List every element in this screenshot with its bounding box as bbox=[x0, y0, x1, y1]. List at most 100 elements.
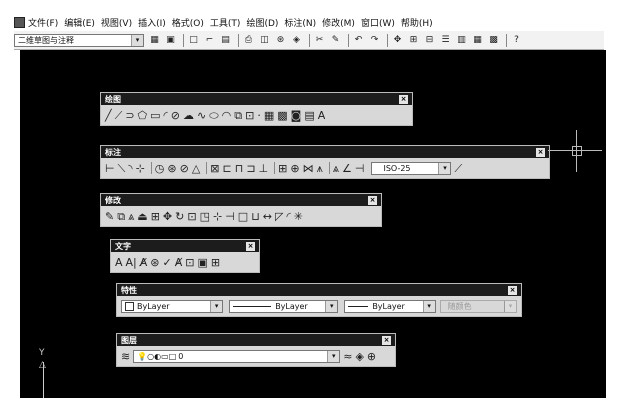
linetype-select[interactable]: ByLayer ▾ bbox=[229, 299, 339, 313]
properties-icon[interactable]: ☰ bbox=[439, 34, 452, 47]
layer-previous-icon[interactable]: ◈ bbox=[355, 351, 363, 362]
menu-view[interactable]: 视图(V) bbox=[101, 16, 132, 29]
zoom-window-icon[interactable]: ⊞ bbox=[407, 34, 420, 47]
plot-icon[interactable]: ◈ bbox=[290, 34, 303, 47]
table-icon[interactable]: ▤ bbox=[304, 110, 314, 121]
close-icon[interactable]: × bbox=[246, 241, 255, 251]
array-icon[interactable]: ⊞ bbox=[151, 211, 160, 222]
chevron-down-icon[interactable]: ▾ bbox=[422, 300, 435, 312]
break-at-point-icon[interactable]: □ bbox=[238, 211, 248, 222]
layer-select[interactable]: 💡○◐▭□ 0 ▾ bbox=[133, 349, 341, 363]
diameter-dimension-icon[interactable]: ⊘ bbox=[180, 163, 189, 174]
fillet-icon[interactable]: ◜ bbox=[286, 211, 290, 222]
stretch-icon[interactable]: ◳ bbox=[200, 211, 210, 222]
jogged-dimension-icon[interactable]: ⊛ bbox=[167, 163, 176, 174]
rectangle-icon[interactable]: ▭ bbox=[150, 110, 160, 121]
spell-check-icon[interactable]: ✓ bbox=[163, 257, 172, 268]
menu-edit[interactable]: 编辑(E) bbox=[64, 16, 95, 29]
layers-toolbar-titlebar[interactable]: 图层 × bbox=[117, 334, 395, 346]
dimension-style-icon[interactable]: ∠ bbox=[342, 163, 352, 174]
zoom-previous-icon[interactable]: ⊟ bbox=[423, 34, 436, 47]
gradient-icon[interactable]: ▩ bbox=[277, 110, 287, 121]
find-replace-icon[interactable]: ⊛ bbox=[150, 257, 159, 268]
aligned-dimension-icon[interactable]: ⟍ bbox=[118, 163, 126, 174]
chevron-down-icon[interactable]: ▾ bbox=[438, 162, 451, 174]
color-select[interactable]: ByLayer ▾ bbox=[121, 299, 224, 313]
dimension-text-edit-icon[interactable]: ⩚ bbox=[317, 163, 323, 174]
close-icon[interactable]: × bbox=[508, 285, 517, 295]
open-file-icon[interactable]: ⌐ bbox=[203, 34, 216, 47]
quick-dimension-icon[interactable]: ⊠ bbox=[210, 163, 219, 174]
polygon-icon[interactable]: ⬠ bbox=[138, 110, 148, 121]
mirror-icon[interactable]: ⩓ bbox=[128, 211, 134, 222]
lineweight-select[interactable]: ByLayer ▾ bbox=[344, 299, 436, 313]
convert-distance-icon[interactable]: ⊞ bbox=[211, 257, 220, 268]
layer-state-icon[interactable]: ⊕ bbox=[367, 351, 376, 362]
close-icon[interactable]: × bbox=[399, 94, 408, 104]
radius-dimension-icon[interactable]: ◷ bbox=[155, 163, 165, 174]
menu-window[interactable]: 窗口(W) bbox=[361, 16, 395, 29]
spline-icon[interactable]: ∿ bbox=[197, 110, 206, 121]
dimension-style-select[interactable]: ISO-25 ▾ bbox=[371, 161, 452, 175]
new-file-icon[interactable]: □ bbox=[187, 34, 200, 47]
multiline-text-icon[interactable]: A bbox=[318, 110, 326, 121]
design-center-icon[interactable]: ▥ bbox=[455, 34, 468, 47]
text-style-icon[interactable]: Ⱥ bbox=[175, 257, 183, 268]
menu-file[interactable]: 文件(F) bbox=[28, 16, 58, 29]
ellipse-arc-icon[interactable]: ◠ bbox=[222, 110, 232, 121]
multiline-text-icon[interactable]: A bbox=[115, 257, 123, 268]
angular-dimension-icon[interactable]: △ bbox=[192, 163, 200, 174]
rotate-icon[interactable]: ↻ bbox=[175, 211, 184, 222]
edit-text-icon[interactable]: A̸ bbox=[140, 257, 148, 268]
close-icon[interactable]: × bbox=[382, 335, 391, 345]
text-toolbar-titlebar[interactable]: 文字 × bbox=[111, 240, 259, 252]
chamfer-icon[interactable]: ◸ bbox=[275, 211, 283, 222]
copy-icon[interactable]: ⧉ bbox=[117, 211, 125, 222]
insert-block-icon[interactable]: ⧉ bbox=[234, 110, 242, 121]
menu-insert[interactable]: 插入(I) bbox=[138, 16, 166, 29]
offset-icon[interactable]: ⏏ bbox=[137, 211, 147, 222]
print-preview-icon[interactable]: ◫ bbox=[258, 34, 271, 47]
arc-length-icon[interactable]: ◝ bbox=[128, 163, 132, 174]
dimension-style-manager-icon[interactable]: ⟋ bbox=[454, 163, 462, 174]
make-object-layer-current-icon[interactable]: ≈ bbox=[343, 351, 352, 362]
scale-text-icon[interactable]: ⊡ bbox=[185, 257, 194, 268]
linear-dimension-icon[interactable]: ⊢ bbox=[105, 163, 115, 174]
chevron-down-icon[interactable]: ▾ bbox=[325, 300, 338, 312]
polyline-icon[interactable]: ⊃ bbox=[125, 110, 134, 121]
undo-icon[interactable]: ↶ bbox=[352, 34, 365, 47]
make-block-icon[interactable]: ⊡ bbox=[245, 110, 254, 121]
scale-icon[interactable]: ⊡ bbox=[187, 211, 196, 222]
join-icon[interactable]: ↔ bbox=[263, 211, 272, 222]
tolerance-icon[interactable]: ⊥ bbox=[259, 163, 269, 174]
point-icon[interactable]: · bbox=[257, 110, 261, 121]
construction-line-icon[interactable]: ⟋ bbox=[115, 110, 123, 121]
modify-toolbar-titlebar[interactable]: 修改 × bbox=[101, 194, 381, 206]
properties-toolbar-titlebar[interactable]: 特性 × bbox=[117, 284, 521, 296]
calculator-icon[interactable]: ▩ bbox=[487, 34, 500, 47]
pan-icon[interactable]: ✥ bbox=[391, 34, 404, 47]
save-icon[interactable]: ▤ bbox=[219, 34, 232, 47]
break-icon[interactable]: ⊔ bbox=[251, 211, 260, 222]
menu-modify[interactable]: 修改(M) bbox=[322, 16, 355, 29]
draw-toolbar-titlebar[interactable]: 绘图 × bbox=[101, 93, 412, 105]
erase-icon[interactable]: ✎ bbox=[105, 211, 114, 222]
dimension-toolbar-titlebar[interactable]: 标注 × bbox=[101, 146, 549, 158]
ordinate-dimension-icon[interactable]: ⊹ bbox=[136, 163, 145, 174]
workspace-settings-icon[interactable]: ▦ bbox=[148, 34, 161, 47]
tool-palette-icon[interactable]: ▦ bbox=[471, 34, 484, 47]
workspace-save-icon[interactable]: ▣ bbox=[164, 34, 177, 47]
line-icon[interactable]: ╱ bbox=[105, 110, 112, 121]
extend-icon[interactable]: ⊣ bbox=[225, 211, 235, 222]
dimension-override-icon[interactable]: ⊣ bbox=[355, 163, 365, 174]
move-icon[interactable]: ✥ bbox=[163, 211, 172, 222]
arc-icon[interactable]: ◜ bbox=[164, 110, 168, 121]
help-icon[interactable]: ? bbox=[510, 34, 523, 47]
publish-icon[interactable]: ⊛ bbox=[274, 34, 287, 47]
quick-leader-icon[interactable]: ⊐ bbox=[246, 163, 255, 174]
tolerance-frame-icon[interactable]: ⊞ bbox=[278, 163, 287, 174]
menu-tools[interactable]: 工具(T) bbox=[210, 16, 241, 29]
chevron-down-icon[interactable]: ▾ bbox=[327, 350, 340, 362]
explode-icon[interactable]: ✳ bbox=[294, 211, 303, 222]
revision-cloud-icon[interactable]: ☁ bbox=[183, 110, 194, 121]
